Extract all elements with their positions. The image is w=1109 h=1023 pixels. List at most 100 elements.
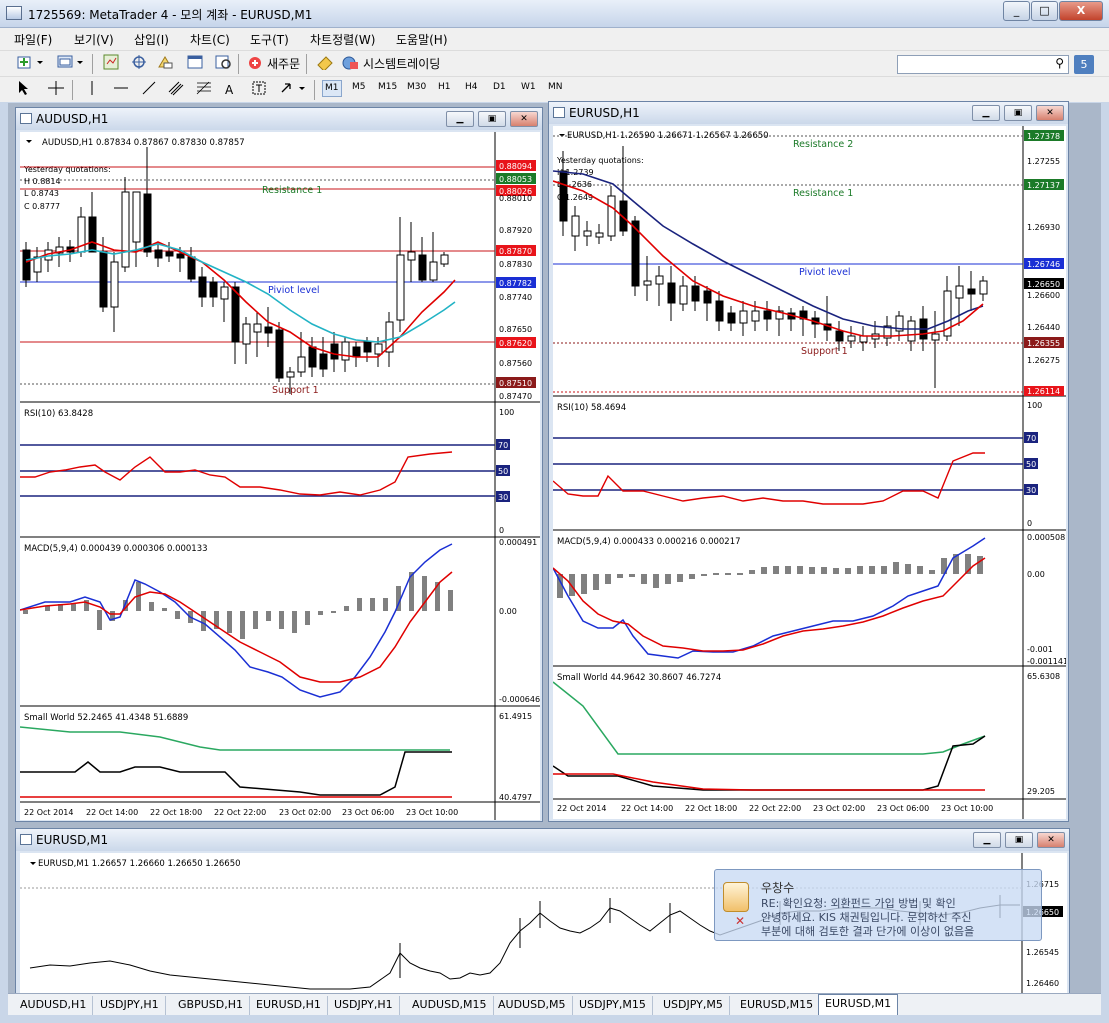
chart-window-audusd-h1[interactable]: AUDUSD,H1 ▁ ▣ ✕ AUDUSD,H1 0.87834 0.8786… — [15, 107, 543, 822]
chart-window-titlebar[interactable]: EURUSD,H1 ▁ ▣ ✕ — [549, 102, 1068, 124]
menu-bar: 파일(F) 보기(V) 삽입(I) 차트(C) 도구(T) 차트정렬(W) 도움… — [0, 28, 1109, 50]
fibonacci-icon[interactable] — [192, 80, 218, 100]
window-minimize-button[interactable]: ▁ — [973, 832, 1001, 848]
crosshair-icon[interactable] — [44, 80, 68, 100]
close-button[interactable]: X — [1059, 1, 1103, 21]
search-icon[interactable]: ⚲ — [1055, 56, 1064, 70]
terminal-icon[interactable] — [184, 54, 208, 74]
svg-text:1.26600: 1.26600 — [1027, 291, 1060, 300]
trendline-icon[interactable] — [138, 80, 160, 100]
tab-eurusd-h1[interactable]: EURUSD,H1 — [250, 996, 328, 1015]
window-minimize-button[interactable]: ▁ — [972, 105, 1000, 121]
window-restore-button[interactable]: ▣ — [478, 111, 506, 127]
window-close-button[interactable]: ✕ — [1036, 105, 1064, 121]
svg-text:65.6308: 65.6308 — [1027, 672, 1060, 681]
timeframe-m5[interactable]: M5 — [352, 82, 366, 92]
chart-area[interactable]: EURUSD,H1 1.26590 1.26671 1.26567 1.2665… — [552, 126, 1068, 819]
timeframe-h1[interactable]: H1 — [438, 82, 451, 92]
svg-text:0.87650: 0.87650 — [499, 325, 532, 334]
tab-audusd-m15[interactable]: AUDUSD,M15 — [406, 996, 494, 1015]
timeframe-m30[interactable]: M30 — [407, 82, 426, 92]
chart-window-icon — [553, 107, 565, 118]
channel-icon[interactable] — [164, 80, 190, 100]
profiles-icon[interactable] — [54, 54, 90, 74]
crosshair-nav-icon[interactable] — [128, 54, 152, 74]
new-order-button[interactable]: 새주문 — [244, 54, 303, 74]
navigator-icon[interactable] — [154, 54, 178, 74]
chart-window-titlebar[interactable]: EURUSD,M1 ▁ ▣ ✕ — [16, 829, 1069, 851]
menu-chart[interactable]: 차트(C) — [190, 31, 230, 48]
timeframe-m1[interactable]: M1 — [322, 80, 342, 97]
window-close-button[interactable]: ✕ — [1037, 832, 1065, 848]
chart-window-icon — [20, 113, 32, 124]
dismiss-icon[interactable]: ✕ — [735, 914, 745, 928]
menu-insert[interactable]: 삽입(I) — [134, 31, 169, 48]
timeframe-m15[interactable]: M15 — [378, 82, 397, 92]
svg-text:1.26275: 1.26275 — [1027, 356, 1060, 365]
chart-canvas[interactable]: AUDUSD,H1 0.87834 0.87867 0.87830 0.8785… — [19, 132, 540, 820]
new-chart-icon[interactable] — [14, 54, 50, 74]
menu-view[interactable]: 보기(V) — [74, 31, 114, 48]
tab-eurusd-m15[interactable]: EURUSD,M15 — [734, 996, 821, 1015]
menu-file[interactable]: 파일(F) — [14, 31, 52, 48]
svg-text:0.00: 0.00 — [1027, 570, 1045, 579]
timeframe-w1[interactable]: W1 — [521, 82, 536, 92]
tab-audusd-m5[interactable]: AUDUSD,M5 — [492, 996, 573, 1015]
system-trading-button[interactable]: 시스템트레이딩 — [338, 54, 443, 74]
yesterday-low: L 0.8743 — [24, 189, 59, 198]
menu-help[interactable]: 도움말(H) — [396, 31, 448, 48]
svg-text:-0.000646: -0.000646 — [499, 695, 540, 704]
chart-window-titlebar[interactable]: AUDUSD,H1 ▁ ▣ ✕ — [16, 108, 542, 130]
minimize-button[interactable]: _ — [1003, 1, 1030, 21]
maximize-button[interactable]: □ — [1031, 1, 1058, 21]
expert-editor-icon[interactable] — [312, 54, 340, 74]
email-notification-popup[interactable]: ✕ 우창수 RE: 확인요청: 외환펀드 가입 방법 및 확인 안녕하세요. K… — [714, 869, 1042, 941]
svg-text:30: 30 — [498, 493, 508, 502]
window-close-button[interactable]: ✕ — [510, 111, 538, 127]
strategy-tester-icon[interactable] — [212, 54, 236, 74]
svg-text:23 Oct 02:00: 23 Oct 02:00 — [813, 804, 865, 813]
search-input[interactable]: ⚲ — [897, 55, 1069, 74]
window-minimize-button[interactable]: ▁ — [446, 111, 474, 127]
pivot-level-label: Piviot level — [268, 285, 320, 296]
tab-usdjpy-h1[interactable]: USDJPY,H1 — [94, 996, 166, 1015]
horizontal-line-icon[interactable] — [110, 80, 132, 100]
tab-usdjpy-h1-2[interactable]: USDJPY,H1 — [328, 996, 400, 1015]
notifications-badge[interactable]: 5 — [1074, 55, 1094, 74]
text-label-icon[interactable] — [248, 80, 270, 100]
menu-window[interactable]: 차트정렬(W) — [310, 31, 375, 48]
arrows-dropdown-icon[interactable] — [276, 80, 312, 100]
svg-text:0.000508: 0.000508 — [1027, 533, 1065, 542]
market-watch-icon[interactable] — [100, 54, 124, 74]
tab-audusd-h1[interactable]: AUDUSD,H1 — [14, 996, 94, 1015]
svg-text:22 Oct 22:00: 22 Oct 22:00 — [214, 808, 266, 817]
chart-area[interactable]: AUDUSD,H1 0.87834 0.87867 0.87830 0.8785… — [19, 132, 540, 820]
app-titlebar: 1725569: MetaTrader 4 - 모의 계좌 - EURUSD,M… — [0, 0, 1109, 28]
window-restore-button[interactable]: ▣ — [1005, 832, 1033, 848]
notification-sender: 우창수 — [761, 881, 795, 895]
window-restore-button[interactable]: ▣ — [1004, 105, 1032, 121]
text-tool-icon[interactable]: A — [222, 80, 236, 100]
svg-text:23 Oct 02:00: 23 Oct 02:00 — [279, 808, 331, 817]
cursor-arrow-icon[interactable] — [14, 80, 34, 100]
chart-canvas[interactable]: EURUSD,H1 1.26590 1.26671 1.26567 1.2665… — [552, 126, 1068, 819]
svg-text:100: 100 — [1027, 401, 1042, 410]
chart-window-icon — [20, 834, 32, 845]
timeframe-d1[interactable]: D1 — [493, 82, 506, 92]
mail-icon — [723, 882, 749, 912]
vertical-line-icon[interactable] — [82, 80, 102, 100]
chart-window-eurusd-h1[interactable]: EURUSD,H1 ▁ ▣ ✕ EURUSD,H1 1.26590 1.2667… — [548, 101, 1069, 822]
svg-text:22 Oct 18:00: 22 Oct 18:00 — [150, 808, 202, 817]
standard-toolbar: 새주문 시스템트레이딩 ⚲ 5 — [0, 50, 1109, 76]
svg-text:0: 0 — [499, 526, 504, 535]
timeframe-mn[interactable]: MN — [548, 82, 563, 92]
timeframe-h4[interactable]: H4 — [465, 82, 478, 92]
metatrader-icon — [6, 6, 22, 20]
tab-usdjpy-m15[interactable]: USDJPY,M15 — [573, 996, 653, 1015]
tab-gbpusd-h1[interactable]: GBPUSD,H1 — [172, 996, 250, 1015]
tab-usdjpy-m5[interactable]: USDJPY,M5 — [657, 996, 730, 1015]
svg-text:1.27255: 1.27255 — [1027, 157, 1060, 166]
tab-eurusd-m1[interactable]: EURUSD,M1 — [818, 994, 899, 1015]
tag-5: 0.87620 — [499, 339, 532, 348]
menu-tools[interactable]: 도구(T) — [250, 31, 289, 48]
